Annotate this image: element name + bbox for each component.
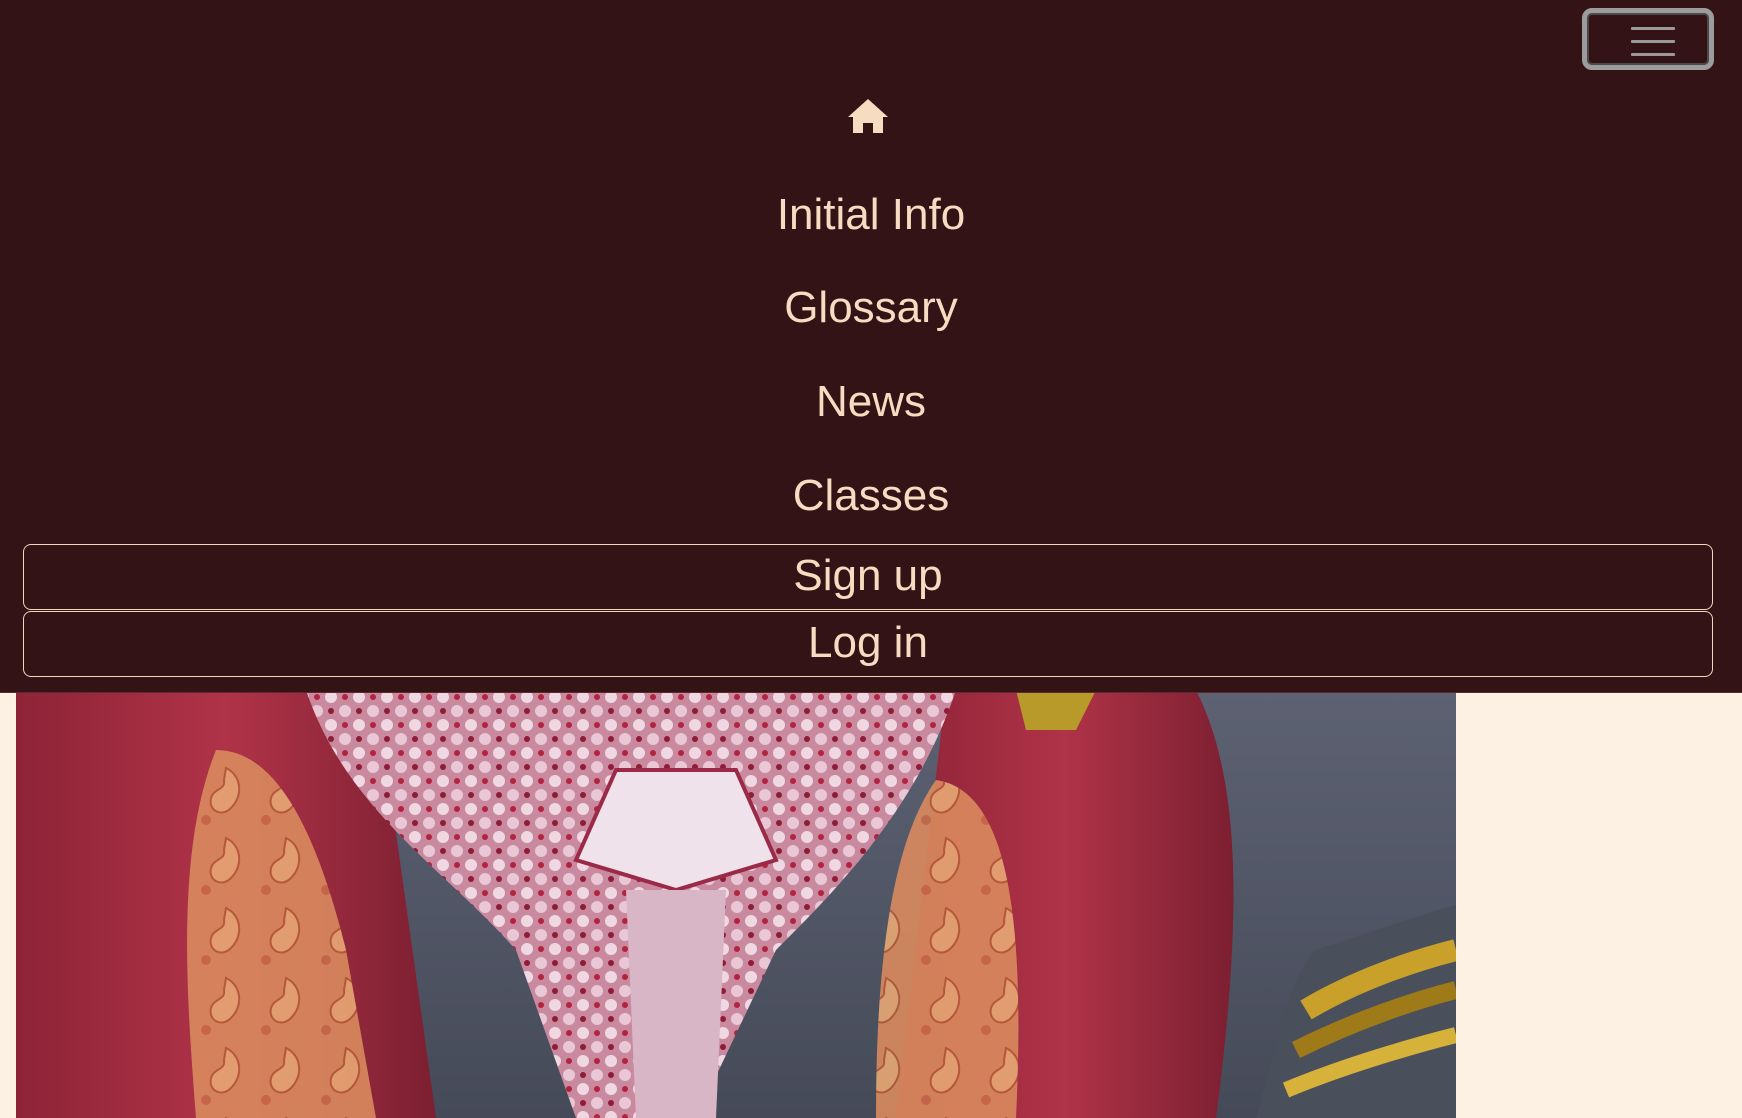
nav-link-initial-info[interactable]: Initial Info [0, 190, 1742, 240]
nav-link-glossary[interactable]: Glossary [0, 283, 1742, 333]
home-link[interactable] [845, 96, 891, 136]
page: Initial Info Glossary News Classes Sign … [0, 0, 1742, 1118]
home-icon [848, 99, 888, 133]
navbar-toggle-button[interactable] [1582, 8, 1714, 70]
hamburger-menu-icon-bar [1631, 40, 1675, 43]
hamburger-menu-icon-bar [1631, 53, 1675, 56]
hero-image [16, 690, 1456, 1118]
log-in-button[interactable]: Log in [23, 611, 1713, 677]
nav-link-news[interactable]: News [0, 377, 1742, 427]
hamburger-menu-icon [1631, 27, 1675, 30]
nav-link-classes[interactable]: Classes [0, 471, 1742, 521]
sign-up-button[interactable]: Sign up [23, 544, 1713, 610]
navbar: Initial Info Glossary News Classes Sign … [0, 0, 1742, 693]
